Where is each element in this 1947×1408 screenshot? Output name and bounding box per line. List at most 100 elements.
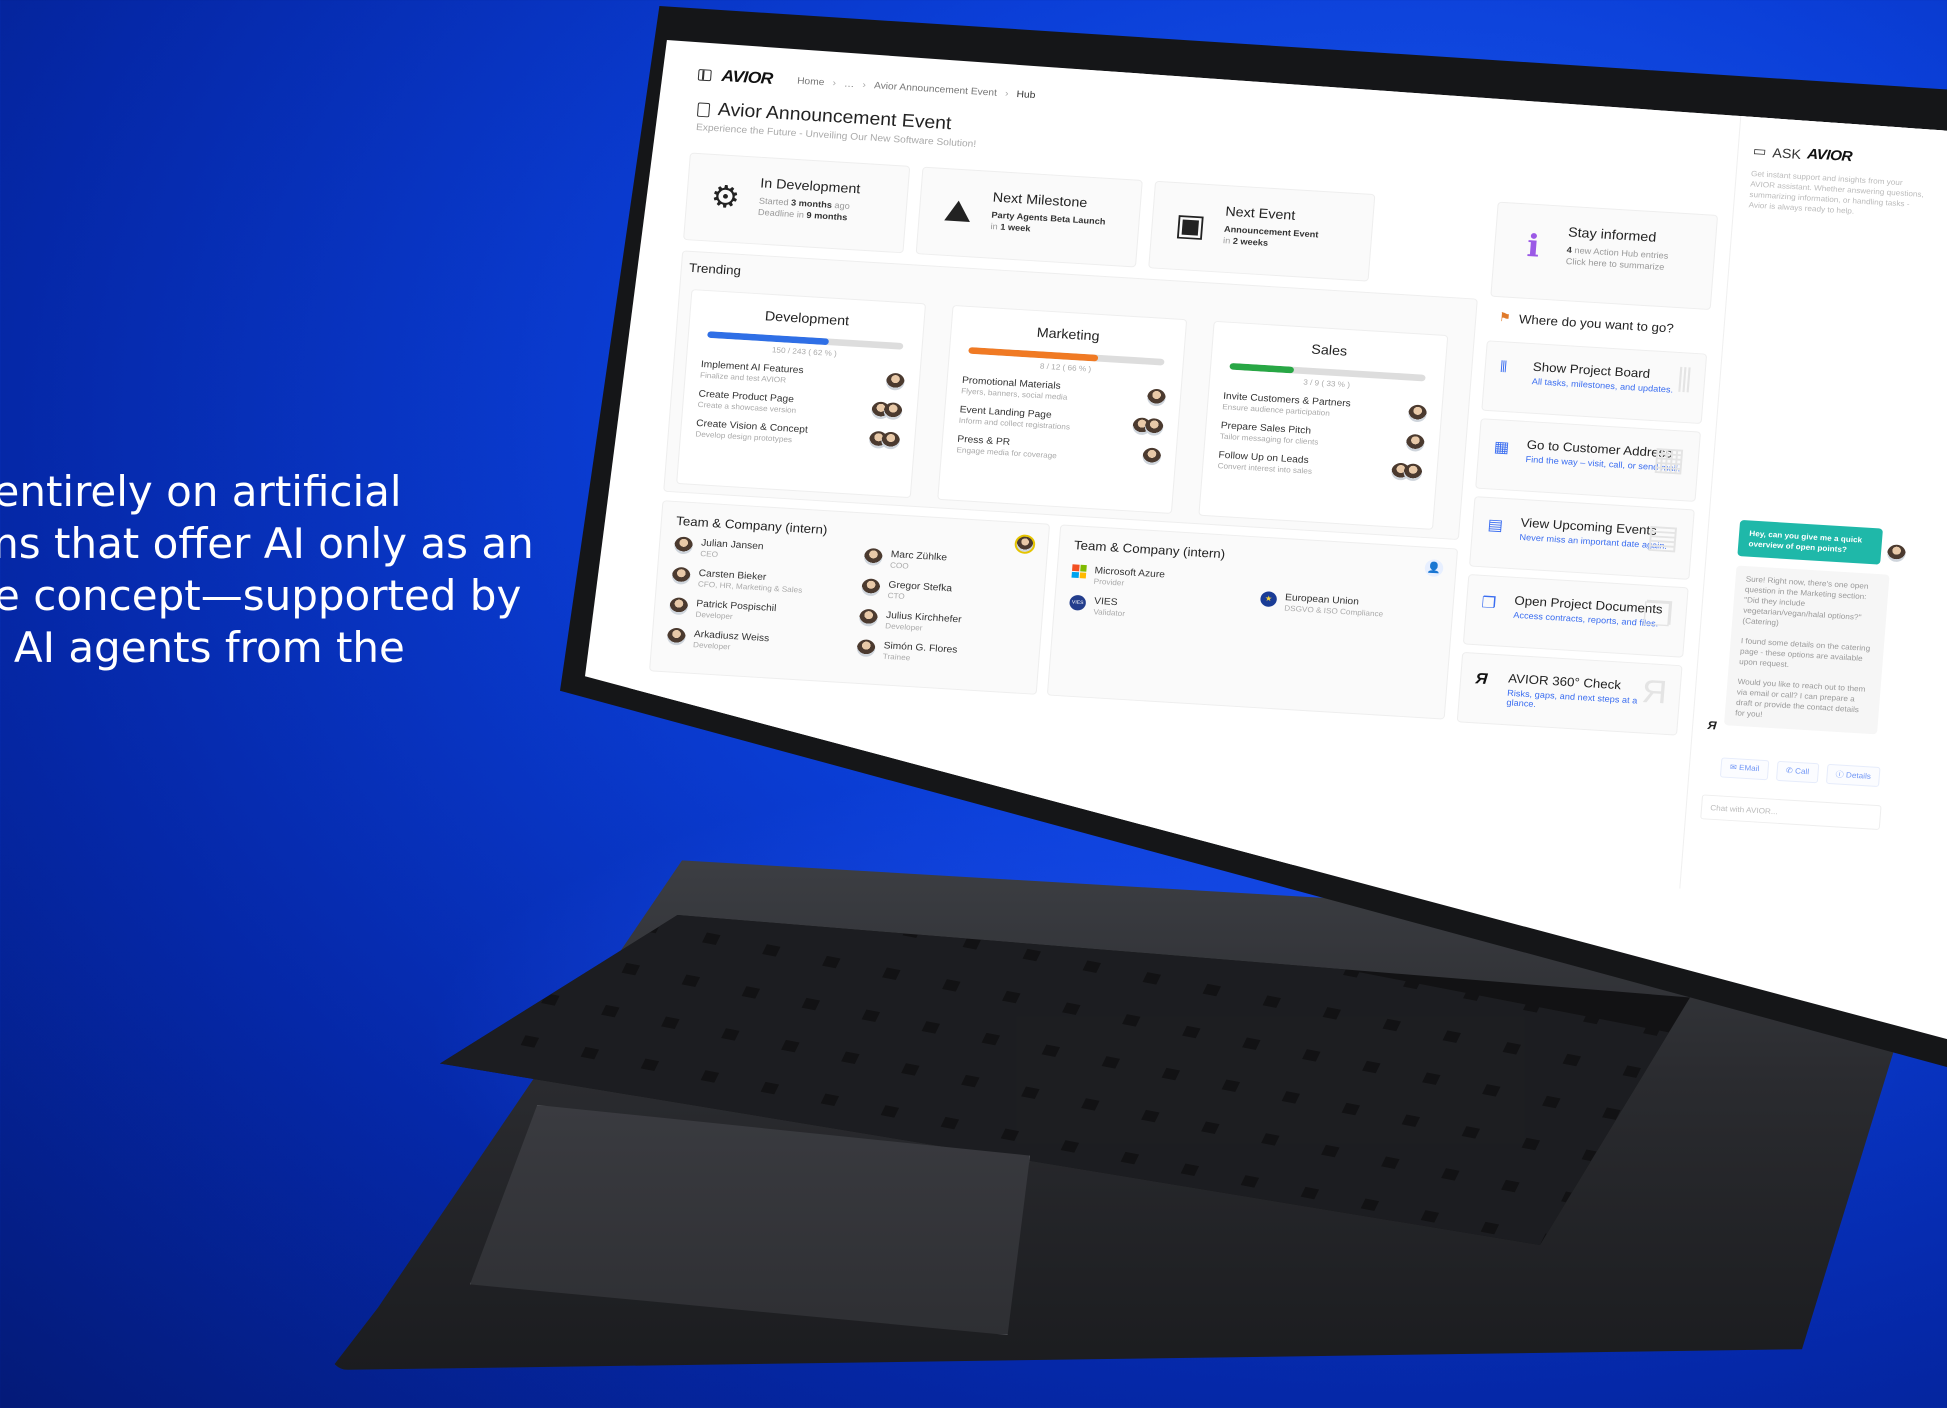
avatar bbox=[666, 627, 687, 646]
task-item[interactable]: Press & PR Engage media for coverage bbox=[956, 434, 1162, 466]
trend-title: Marketing bbox=[1036, 324, 1101, 344]
avatar bbox=[861, 578, 881, 597]
breadcrumb-item[interactable]: Avior Announcement Event bbox=[874, 80, 998, 98]
avatar bbox=[1403, 462, 1423, 481]
breadcrumb: Home › … › Avior Announcement Event › Hu… bbox=[797, 76, 1036, 101]
task-item[interactable]: Create Product Page Create a showcase ver… bbox=[697, 389, 903, 421]
email-button[interactable]: ✉ EMail bbox=[1719, 757, 1770, 781]
board-columns-icon: ⫴ bbox=[1499, 359, 1508, 376]
team-member[interactable]: Arkadiusz Weiss Developer bbox=[666, 627, 770, 653]
team-member[interactable]: Patrick Pospischil Developer bbox=[668, 597, 777, 623]
team-member[interactable]: Julius Kirchhefer Developer bbox=[858, 608, 962, 635]
tagline-line: us AI agents from the bbox=[0, 623, 405, 672]
avatar bbox=[668, 597, 689, 616]
chevron-right-icon: › bbox=[862, 79, 867, 91]
documents-icon: ❐ bbox=[1480, 594, 1497, 612]
stat-card-event[interactable]: ▣ Next Event Announcement Event in 2 wee… bbox=[1148, 180, 1376, 282]
nav-card-project-documents[interactable]: ❐ Open Project Documents Access contract… bbox=[1462, 574, 1689, 658]
signpost-icon: ⚑ bbox=[1498, 309, 1512, 325]
nav-card-avior-check[interactable]: Я AVIOR 360° Check Risks, gaps, and next… bbox=[1456, 651, 1683, 736]
stat-title: In Development bbox=[759, 174, 861, 197]
where-to-go-heading: ⚑ Where do you want to go? bbox=[1498, 310, 1674, 336]
chevron-right-icon: › bbox=[1004, 88, 1009, 99]
details-button[interactable]: ⓘ Details bbox=[1825, 763, 1881, 788]
eu-flag-icon: ★ bbox=[1259, 591, 1278, 608]
partner-item[interactable]: VIES VIES Validator bbox=[1068, 594, 1127, 618]
documents-icon: ❐ bbox=[1640, 596, 1675, 635]
assistant-message: Sure! Right now, there's one open questi… bbox=[1723, 565, 1890, 735]
gears-icon: ⚙ bbox=[709, 178, 742, 215]
avatar bbox=[863, 547, 884, 567]
trend-card-marketing[interactable]: Marketing 8 / 12 ( 66 % ) Promotional Ma… bbox=[937, 304, 1188, 514]
avatar-group bbox=[868, 430, 901, 450]
partner-item[interactable]: ★ European Union DSGVO & ISO Compliance bbox=[1259, 591, 1384, 618]
stat-card-development[interactable]: ⚙ In Development Started 3 months ago De… bbox=[683, 152, 911, 254]
ask-title-text: ASK bbox=[1771, 144, 1802, 162]
stat-card-milestone[interactable]: ⛰ Next Milestone Party Agents Beta Launc… bbox=[915, 166, 1143, 268]
breadcrumb-item[interactable]: … bbox=[844, 78, 855, 89]
chat-actions: ✉ EMail ✆ Call ⓘ Details bbox=[1719, 757, 1881, 788]
breadcrumb-item[interactable]: Home bbox=[797, 76, 825, 88]
calendar-icon: ▤ bbox=[1645, 518, 1681, 557]
nav-card-customer-address[interactable]: ▦ Go to Customer Address Find the way – … bbox=[1475, 418, 1702, 502]
calendar-icon: ▤ bbox=[1487, 517, 1504, 535]
avior-icon: Я bbox=[1474, 670, 1489, 688]
where-to-go-label: Where do you want to go? bbox=[1518, 311, 1675, 335]
avatar bbox=[885, 372, 906, 391]
mountain-flag-icon: ⛰ bbox=[942, 192, 974, 229]
user-icon[interactable]: 👤 bbox=[1424, 559, 1444, 578]
trending-label: Trending bbox=[688, 260, 742, 278]
partner-item[interactable]: Microsoft Azure Provider bbox=[1071, 564, 1165, 590]
chat-bubble-icon: ▭ bbox=[1752, 142, 1768, 159]
team-member[interactable]: Simón G. Flores Trainee bbox=[856, 639, 958, 665]
sidebar-toggle-icon[interactable] bbox=[697, 69, 712, 82]
task-item[interactable]: Follow Up on Leads Convert interest into … bbox=[1217, 450, 1423, 482]
stay-informed-card[interactable]: ℹ Stay informed 4 new Action Hub entries… bbox=[1490, 201, 1719, 311]
nav-card-project-board[interactable]: ⫴ Show Project Board All tasks, mileston… bbox=[1481, 340, 1708, 425]
user-message: Hey, can you give me a quick overview of… bbox=[1737, 519, 1883, 565]
document-icon bbox=[696, 101, 711, 117]
breadcrumb-item: Hub bbox=[1016, 88, 1036, 101]
tagline-line: ore concept—supported by bbox=[0, 571, 522, 620]
tagline-line: lt entirely on artificial bbox=[0, 467, 402, 516]
assistant-message-paragraph: Would you like to reach out to them via … bbox=[1734, 677, 1866, 719]
task-item[interactable]: Event Landing Page Inform and collect reg… bbox=[959, 405, 1165, 437]
microsoft-logo-icon bbox=[1071, 564, 1087, 579]
task-item[interactable]: Implement AI Features Finalize and test A… bbox=[700, 359, 906, 391]
ask-avior-panel: ▭ ASK AVIOR Get instant support and insi… bbox=[1679, 109, 1945, 901]
avatar bbox=[673, 536, 694, 555]
avatar bbox=[1146, 387, 1167, 407]
team-member[interactable]: Gregor Stefka CTO bbox=[861, 578, 952, 603]
stat-title: Stay informed bbox=[1567, 224, 1657, 245]
app-logo[interactable]: AVIOR bbox=[721, 67, 774, 89]
trend-card-sales[interactable]: Sales 3 / 9 ( 33 % ) Invite Customers & … bbox=[1198, 320, 1449, 530]
call-button[interactable]: ✆ Call bbox=[1775, 760, 1820, 784]
chat-input[interactable]: Chat with AVIOR... bbox=[1700, 794, 1882, 831]
task-item[interactable]: Prepare Sales Pitch Tailor messaging for … bbox=[1220, 421, 1426, 453]
top-bar: AVIOR Home › … › Avior Announcement Even… bbox=[697, 65, 1036, 104]
avatar bbox=[856, 639, 876, 658]
board-columns-icon: ⫴ bbox=[1675, 362, 1694, 400]
ask-avior-title: ▭ ASK AVIOR bbox=[1752, 143, 1928, 170]
assistant-message-paragraph: I found some details on the catering pag… bbox=[1738, 636, 1871, 669]
tagline-line: ems that offer AI only as an bbox=[0, 519, 534, 568]
team-member[interactable]: Carsten Bieker CFO, HR, Marketing & Sales bbox=[671, 566, 803, 595]
progress-fill bbox=[1229, 362, 1295, 374]
ask-description: Get instant support and insights from yo… bbox=[1748, 169, 1925, 216]
nav-card-upcoming-events[interactable]: ▤ View Upcoming Events Never miss an imp… bbox=[1469, 496, 1695, 580]
avatar bbox=[1407, 403, 1428, 423]
chevron-right-icon: › bbox=[832, 77, 837, 89]
vies-logo-icon: VIES bbox=[1068, 594, 1087, 611]
task-item[interactable]: Invite Customers & Partners Ensure audien… bbox=[1222, 391, 1428, 423]
avatar bbox=[883, 401, 903, 420]
team-member[interactable]: Julian Jansen CEO bbox=[673, 536, 764, 561]
member-name: VIES bbox=[1093, 596, 1118, 609]
task-item[interactable]: Promotional Materials Flyers, banners, so… bbox=[961, 375, 1167, 407]
avatar bbox=[1405, 433, 1426, 452]
avior-icon: Я bbox=[1640, 673, 1669, 712]
task-item[interactable]: Create Vision & Concept Develop design pr… bbox=[695, 418, 901, 450]
trend-card-development[interactable]: Development 150 / 243 ( 62 % ) Implement… bbox=[676, 289, 927, 499]
avatar[interactable] bbox=[1013, 534, 1036, 555]
building-icon: ▦ bbox=[1651, 440, 1687, 479]
team-member[interactable]: Marc Zühlke COO bbox=[863, 547, 947, 573]
